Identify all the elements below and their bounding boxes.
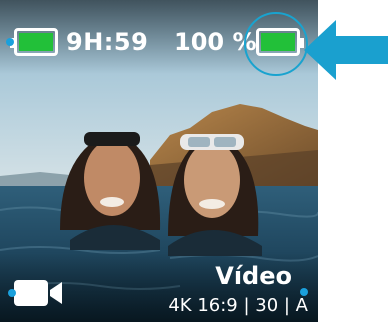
remaining-time: 9H:59 [66,28,149,56]
pointer-arrow-icon [304,20,388,80]
video-settings: 4K 16:9 | 30 | A [168,295,308,316]
storage-icon [10,28,58,56]
mode-label: Vídeo [215,262,292,290]
battery-highlight-ring [244,12,308,76]
edge-dot [6,38,14,46]
video-camera-icon [8,280,62,306]
